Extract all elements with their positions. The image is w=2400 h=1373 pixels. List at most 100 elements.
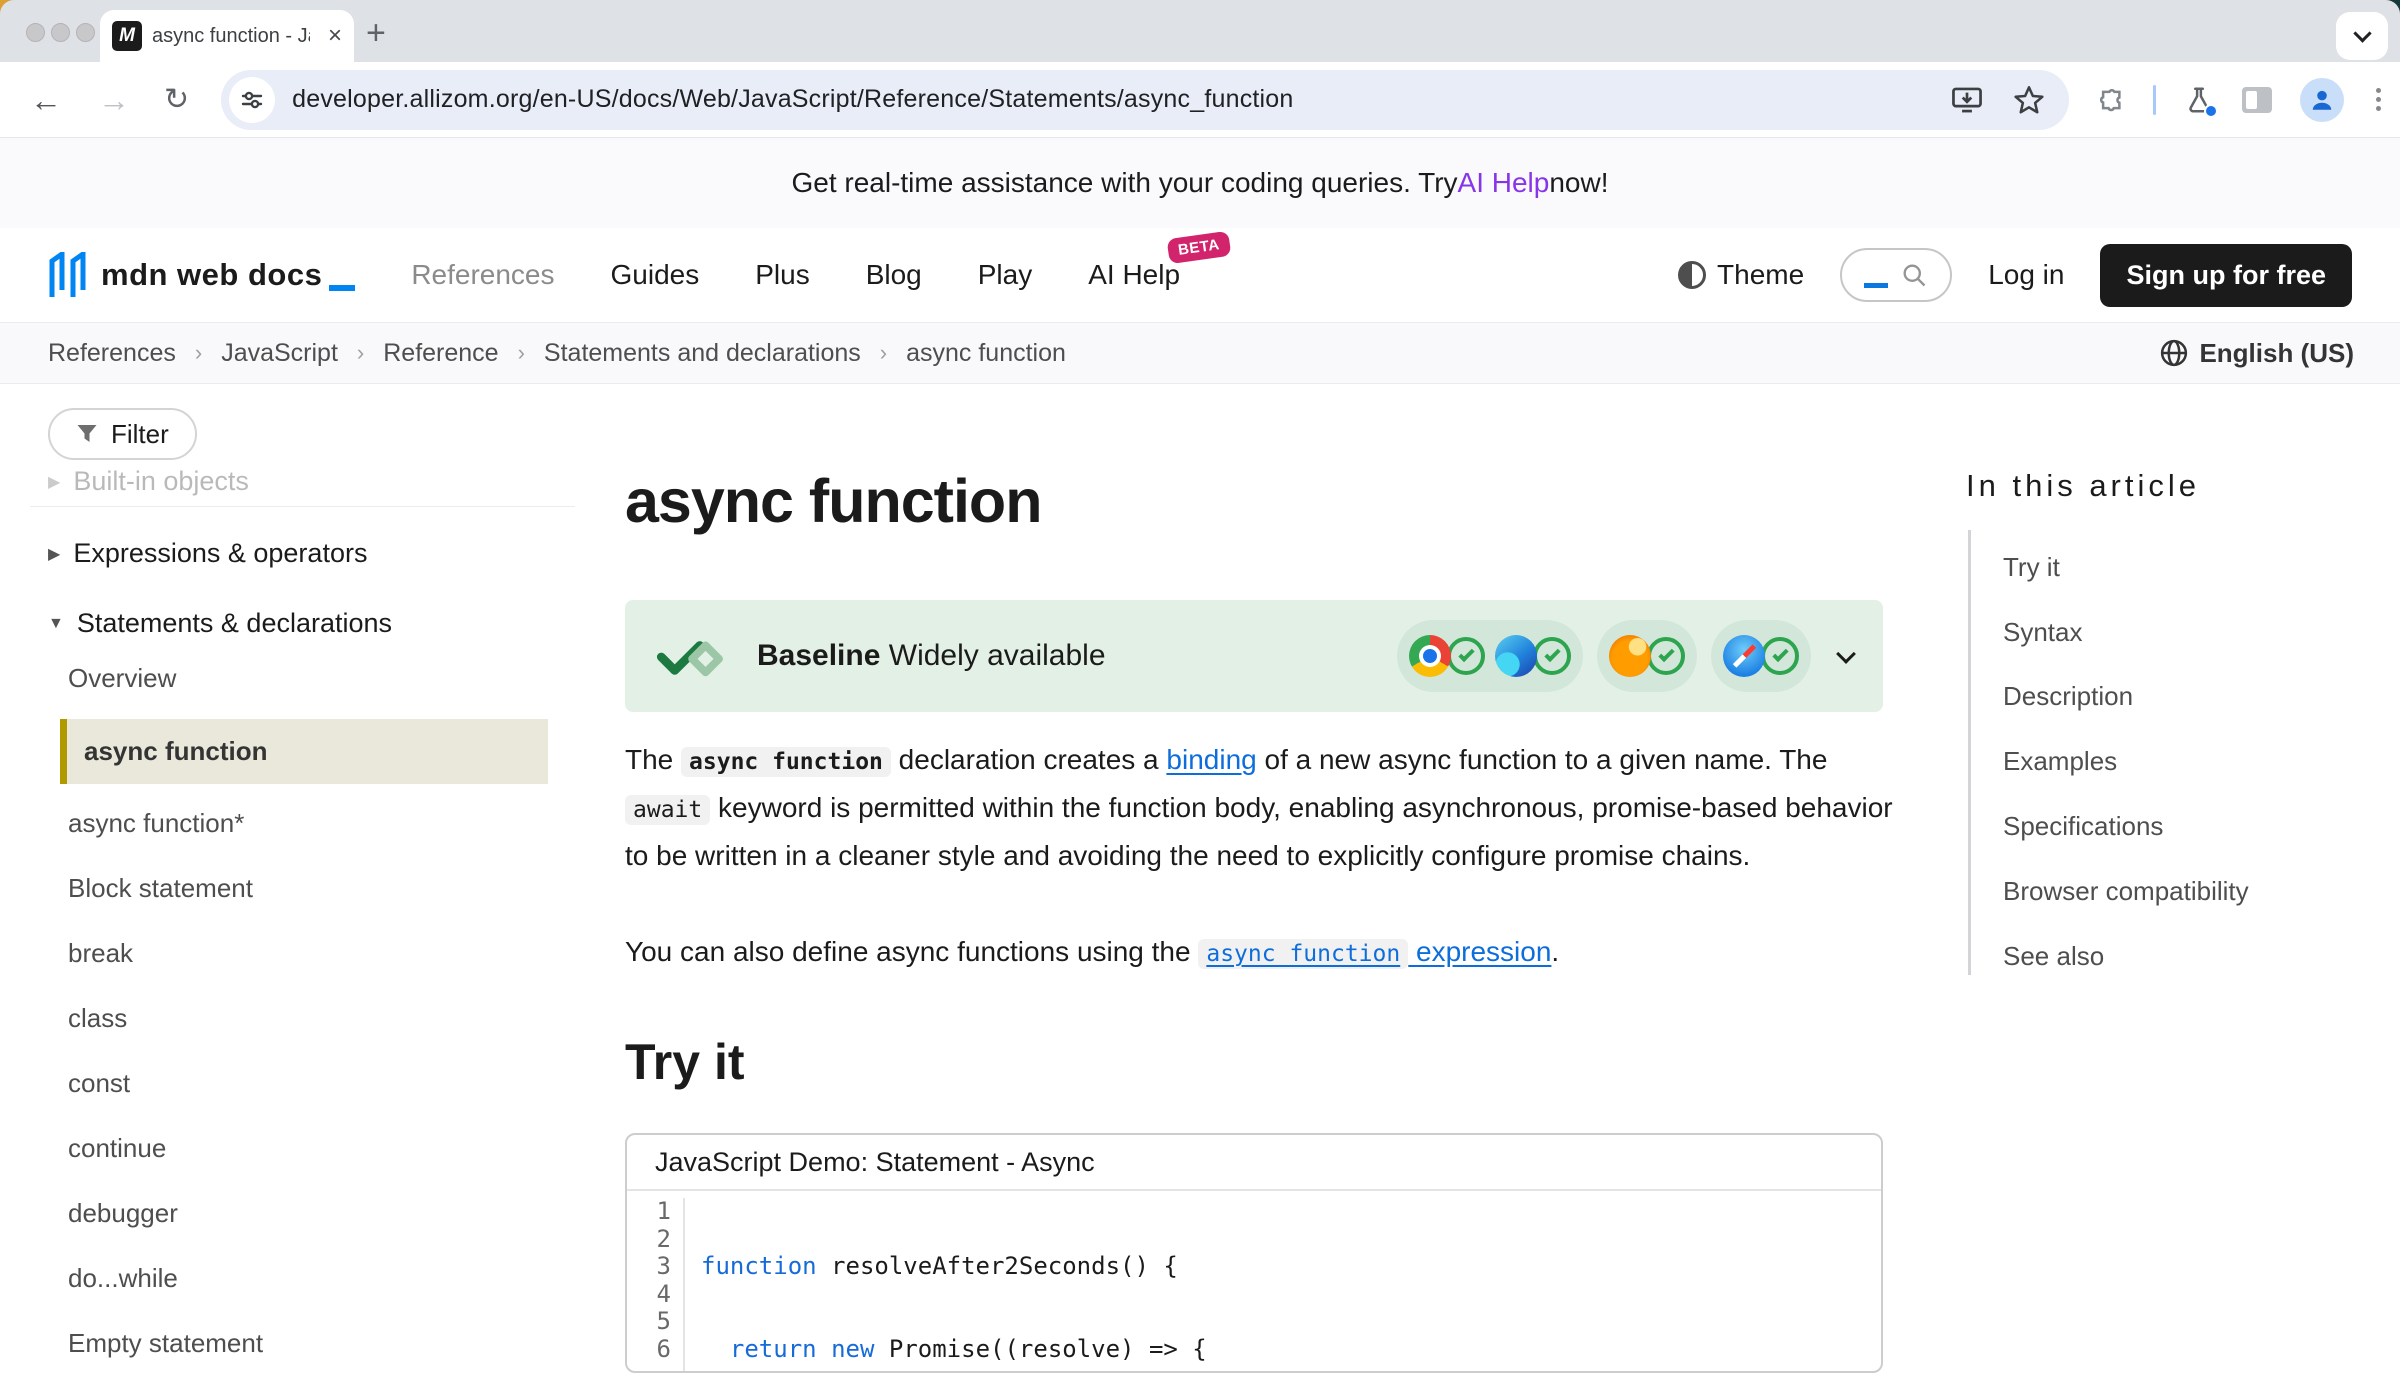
tab-title: async function - JavaScript |: [152, 25, 310, 48]
bookmark-star-icon[interactable]: [2013, 84, 2045, 116]
window-close-button[interactable]: [26, 23, 45, 42]
sidebar-filter-button[interactable]: Filter: [48, 408, 197, 460]
check-icon: [1533, 637, 1571, 675]
code-line: function resolveAfter2Seconds() {: [701, 1253, 1207, 1281]
chromium-support-pill[interactable]: [1397, 620, 1583, 692]
section-label: Expressions & operators: [73, 538, 367, 569]
sidebar-item-empty-statement[interactable]: Empty statement: [68, 1328, 263, 1359]
sidebar-item-continue[interactable]: continue: [68, 1133, 166, 1164]
line-numbers: 1 2 3 4 5 6: [627, 1198, 685, 1373]
expression-paragraph: You can also define async functions usin…: [625, 929, 1893, 977]
tune-icon: [240, 88, 264, 112]
baseline-banner: Baseline Widely available: [625, 600, 1883, 712]
nav-ai-help-label: AI Help: [1088, 259, 1180, 290]
mdn-logo[interactable]: mdn web docs: [48, 252, 355, 298]
async-function-expression-code-link[interactable]: async function: [1198, 939, 1408, 969]
url-text[interactable]: developer.allizom.org/en-US/docs/Web/Jav…: [292, 85, 1293, 114]
browser-tab[interactable]: M async function - JavaScript | ×: [100, 10, 354, 62]
reload-button[interactable]: ↻: [164, 85, 189, 115]
sidebar-item-async-function-star[interactable]: async function*: [68, 808, 244, 839]
window-minimize-button[interactable]: [51, 23, 70, 42]
nav-plus[interactable]: Plus: [755, 259, 809, 291]
browser-menu-button[interactable]: [2376, 88, 2381, 111]
signup-button[interactable]: Sign up for free: [2100, 244, 2352, 307]
main-nav: References Guides Plus Blog Play AI Help…: [411, 259, 1180, 291]
language-switcher[interactable]: English (US): [2159, 338, 2354, 369]
crumb-statements[interactable]: Statements and declarations: [544, 339, 861, 368]
intro-paragraph: The async function declaration creates a…: [625, 737, 1893, 879]
firefox-support-pill[interactable]: [1597, 620, 1697, 692]
theme-label: Theme: [1717, 259, 1804, 291]
crumb-javascript[interactable]: JavaScript: [221, 339, 338, 368]
site-info-button[interactable]: [229, 77, 275, 123]
page-title: async function: [625, 466, 1041, 536]
ai-help-link[interactable]: AI Help: [1458, 167, 1550, 199]
sidebar-section-statements[interactable]: ▼ Statements & declarations: [48, 608, 392, 639]
theme-toggle[interactable]: Theme: [1678, 259, 1804, 291]
toc-try-it[interactable]: Try it: [2003, 552, 2060, 583]
demo-title: JavaScript Demo: Statement - Async: [627, 1135, 1881, 1191]
extensions-icon[interactable]: [2095, 85, 2125, 115]
toc-browser-compatibility[interactable]: Browser compatibility: [2003, 876, 2249, 907]
promo-text-after: now!: [1549, 167, 1608, 199]
collapsed-triangle-icon: ▶: [48, 472, 60, 492]
person-icon: [2309, 87, 2335, 113]
forward-button[interactable]: →: [98, 84, 130, 116]
toc-see-also[interactable]: See also: [2003, 941, 2104, 972]
sidebar-item-do-while[interactable]: do...while: [68, 1263, 178, 1294]
sidebar-item-class[interactable]: class: [68, 1003, 127, 1034]
side-panel-icon[interactable]: [2242, 87, 2272, 113]
window-zoom-button[interactable]: [76, 23, 95, 42]
expression-link[interactable]: expression: [1408, 936, 1551, 967]
text: of a new async function to a given name.…: [1257, 744, 1828, 775]
crumb-references[interactable]: References: [48, 339, 176, 368]
toc-description[interactable]: Description: [2003, 681, 2133, 712]
sidebar-divider: [30, 506, 575, 507]
new-tab-button[interactable]: +: [366, 16, 386, 50]
sidebar-section-builtin-objects[interactable]: ▶ Built-in objects: [48, 466, 249, 497]
sidebar-item-block-statement[interactable]: Block statement: [68, 873, 253, 904]
window-controls: [26, 23, 95, 42]
mdn-logo-underscore: [329, 285, 355, 291]
sidebar-section-expressions[interactable]: ▶ Expressions & operators: [48, 538, 367, 569]
address-bar[interactable]: developer.allizom.org/en-US/docs/Web/Jav…: [221, 70, 2069, 130]
sidebar-item-async-function-active[interactable]: async function: [60, 719, 548, 784]
back-button[interactable]: ←: [30, 84, 62, 116]
crumb-separator: ›: [195, 340, 202, 366]
mdn-logo-text: mdn web docs: [101, 257, 322, 293]
nav-blog[interactable]: Blog: [866, 259, 922, 291]
toc-list: Try it Syntax Description Examples Speci…: [1968, 530, 2368, 975]
sidebar-item-overview[interactable]: Overview: [68, 663, 176, 694]
nav-ai-help[interactable]: AI Help BETA: [1088, 259, 1180, 291]
binding-link[interactable]: binding: [1166, 744, 1256, 775]
tab-close-icon[interactable]: ×: [328, 24, 342, 48]
safari-support-pill[interactable]: [1711, 620, 1811, 692]
section-label: Statements & declarations: [77, 608, 392, 639]
sidebar-item-debugger[interactable]: debugger: [68, 1198, 178, 1229]
search-caret: [1864, 283, 1888, 288]
login-link[interactable]: Log in: [1988, 259, 2064, 291]
nav-references[interactable]: References: [411, 259, 554, 291]
nav-guides[interactable]: Guides: [611, 259, 700, 291]
baseline-expand-chevron-icon[interactable]: [1836, 644, 1856, 664]
locale-label: English (US): [2199, 338, 2354, 369]
crumb-separator: ›: [880, 340, 887, 366]
experiments-flask-icon[interactable]: [2184, 85, 2214, 115]
browser-toolbar: ← → ↻ developer.allizom.org/en-US/docs/W…: [0, 62, 2400, 138]
tab-search-button[interactable]: [2336, 12, 2388, 60]
sidebar-item-const[interactable]: const: [68, 1068, 130, 1099]
nav-play[interactable]: Play: [978, 259, 1032, 291]
crumb-reference[interactable]: Reference: [383, 339, 498, 368]
profile-avatar[interactable]: [2300, 78, 2344, 122]
toc-examples[interactable]: Examples: [2003, 746, 2117, 777]
baseline-icon: [655, 630, 733, 682]
toc-specifications[interactable]: Specifications: [2003, 811, 2163, 842]
code-editor-area[interactable]: function resolveAfter2Seconds() { return…: [685, 1198, 1207, 1373]
notification-dot: [2204, 104, 2218, 118]
install-icon[interactable]: [1951, 85, 1983, 115]
toc-syntax[interactable]: Syntax: [2003, 617, 2083, 648]
search-input[interactable]: [1840, 248, 1952, 302]
sidebar-item-break[interactable]: break: [68, 938, 133, 969]
active-item-label: async function: [84, 736, 267, 767]
crumb-separator: ›: [357, 340, 364, 366]
